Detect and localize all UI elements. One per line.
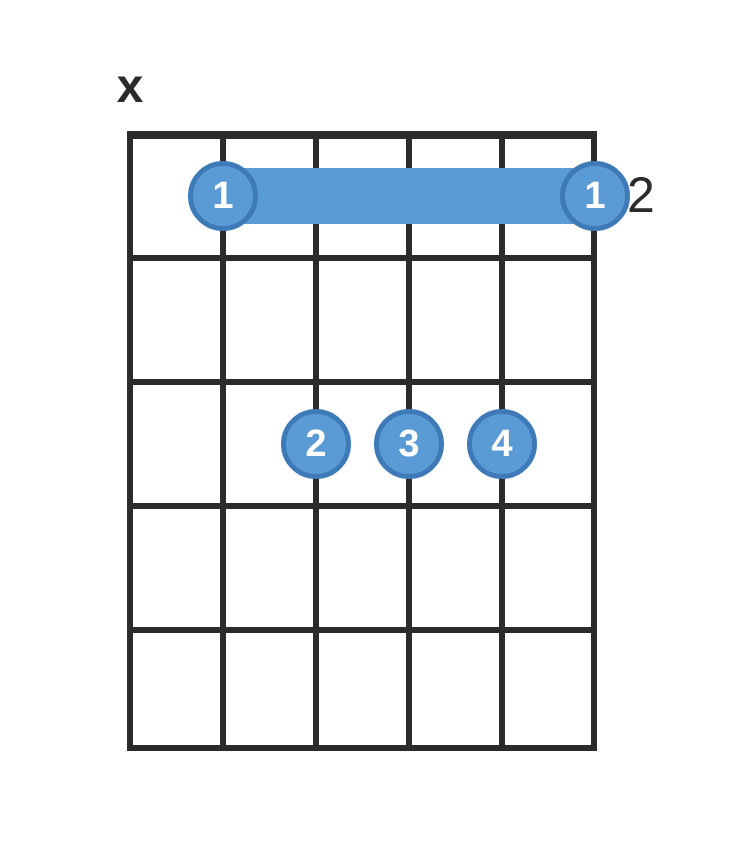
chord-diagram: x 2 1 1 2 3 bbox=[0, 0, 751, 847]
fret-line-3 bbox=[127, 503, 597, 509]
starting-fret-label: 2 bbox=[627, 166, 655, 224]
fret-line-4 bbox=[127, 627, 597, 633]
finger-label: 1 bbox=[584, 177, 605, 215]
string-6 bbox=[127, 131, 133, 751]
finger-label: 2 bbox=[305, 425, 326, 463]
fretboard: 1 1 2 3 4 bbox=[127, 131, 597, 751]
finger-dot-2-string4: 2 bbox=[281, 409, 351, 479]
mute-mark-string6: x bbox=[117, 63, 144, 111]
fret-line-5 bbox=[127, 745, 597, 751]
finger-dot-3-string3: 3 bbox=[374, 409, 444, 479]
finger-label: 3 bbox=[398, 425, 419, 463]
finger-label: 1 bbox=[212, 177, 233, 215]
finger-label: 4 bbox=[491, 425, 512, 463]
finger-dot-1-string1: 1 bbox=[560, 161, 630, 231]
barre-finger1 bbox=[223, 168, 597, 224]
finger-dot-1-string5: 1 bbox=[188, 161, 258, 231]
fret-line-2 bbox=[127, 379, 597, 385]
nut-line bbox=[127, 131, 597, 139]
fret-line-1 bbox=[127, 255, 597, 261]
finger-dot-4-string2: 4 bbox=[467, 409, 537, 479]
